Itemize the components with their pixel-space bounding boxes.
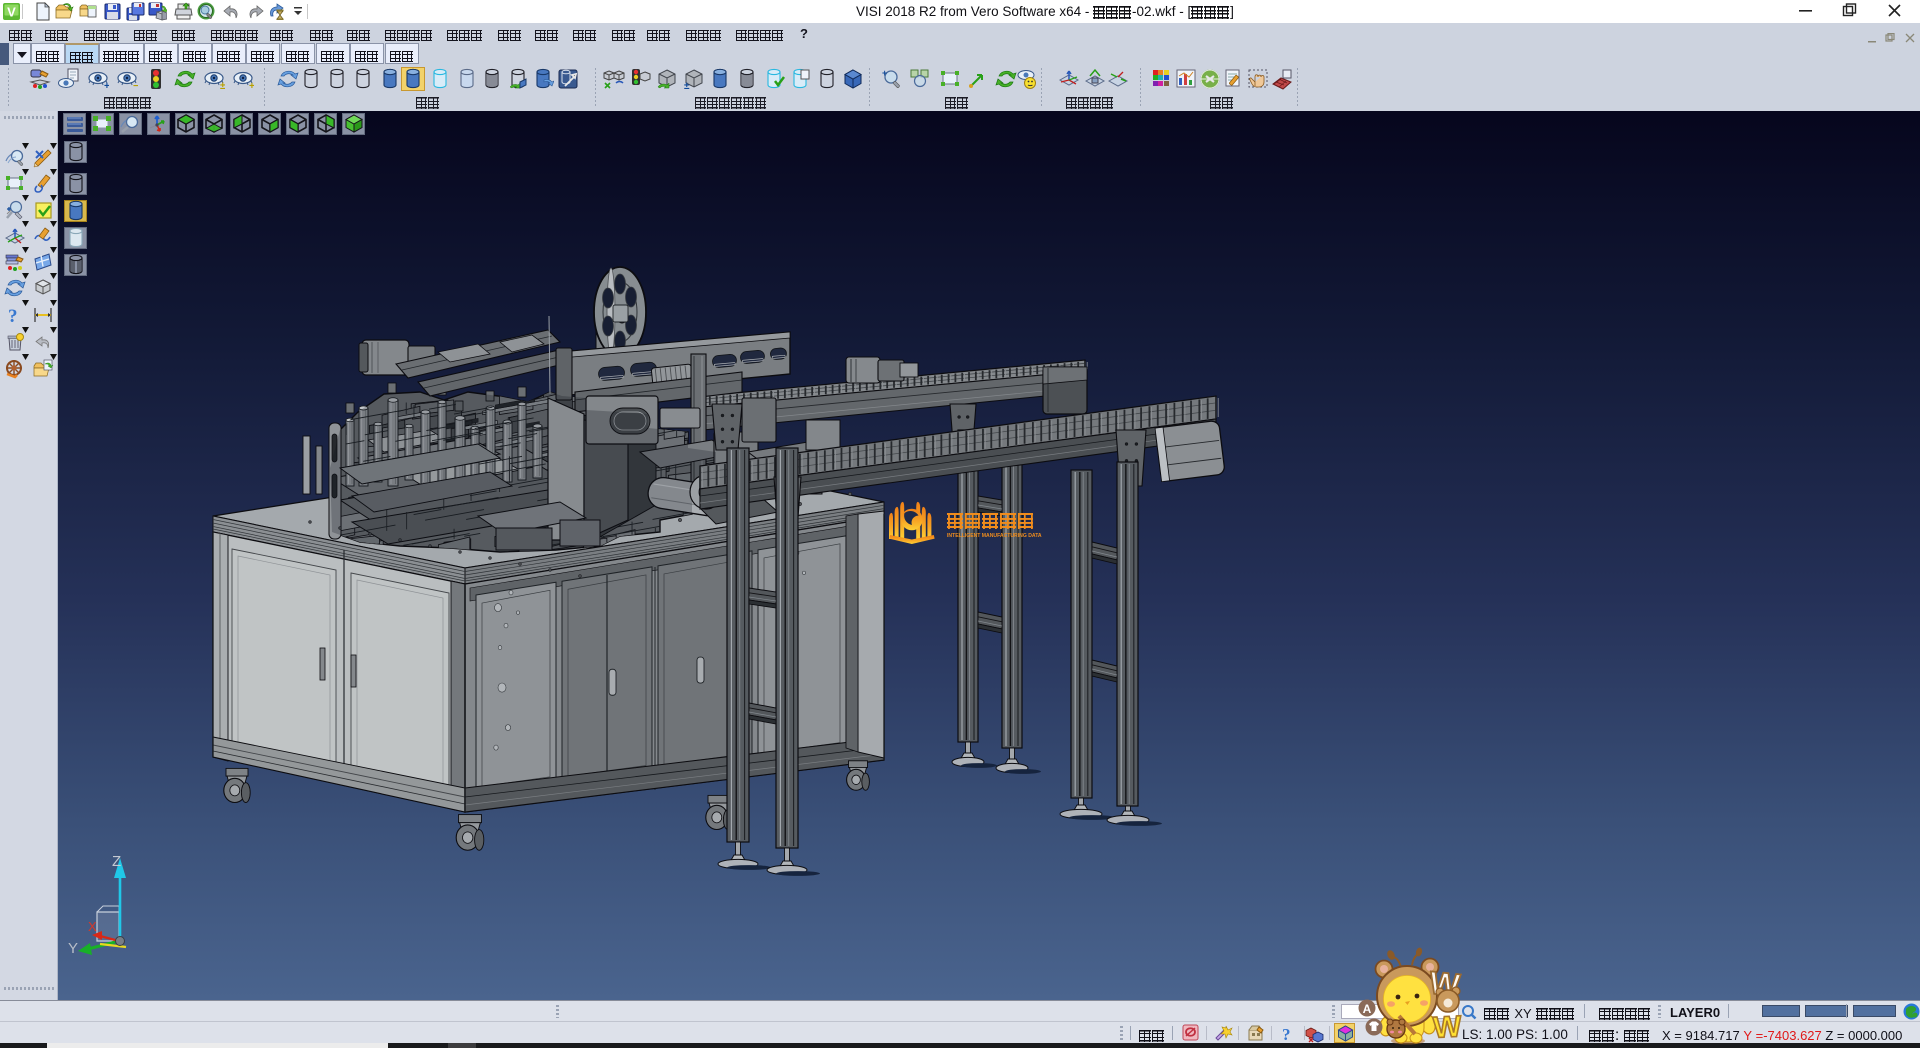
svg-text:±: ± [684,81,690,90]
svg-text:V: V [7,5,16,20]
svg-text:Y: Y [68,940,78,957]
svg-text:+: + [104,81,109,90]
svg-text:−: − [133,81,138,90]
svg-text:?: ? [8,306,18,326]
svg-text:+: + [249,81,254,90]
svg-text:?: ? [1282,1025,1291,1043]
svg-text:+: + [882,68,887,78]
svg-text:±: ± [220,81,225,90]
svg-text:Z: Z [112,853,121,870]
svg-text:X: X [88,919,97,934]
